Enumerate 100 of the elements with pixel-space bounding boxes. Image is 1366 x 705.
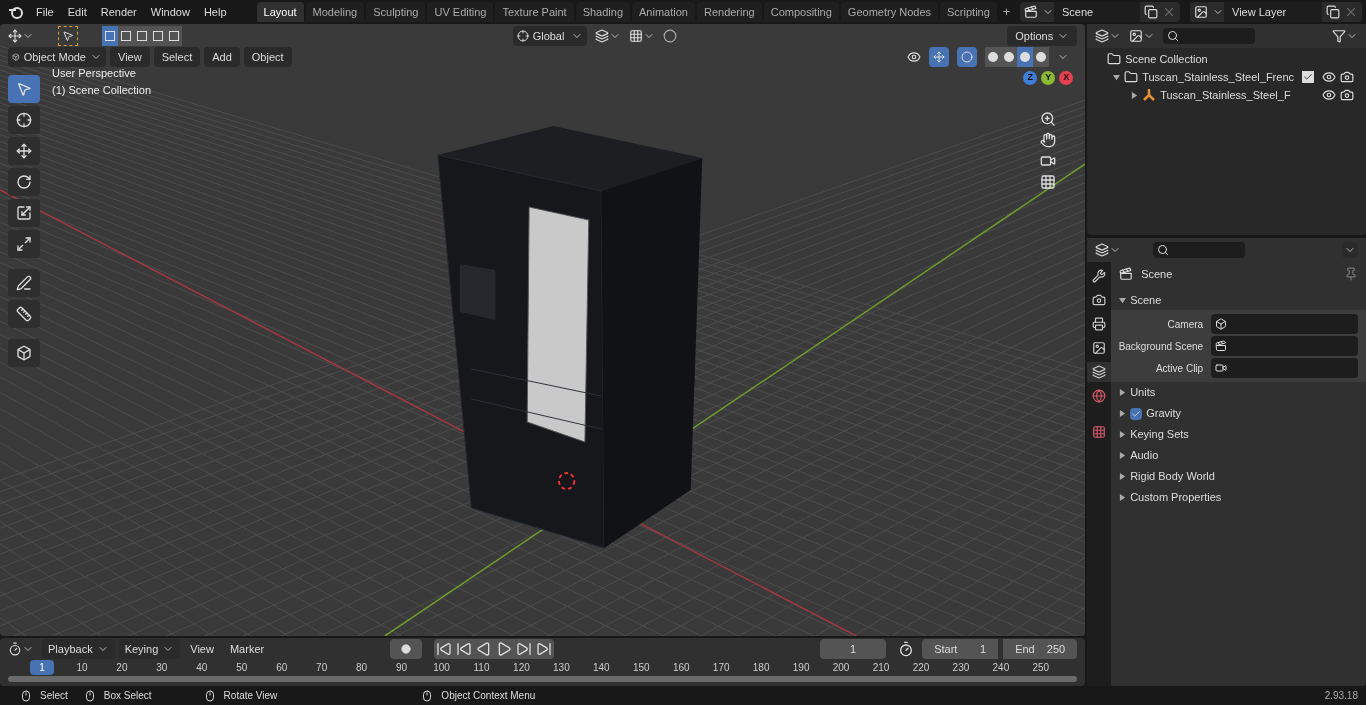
subpanel-title[interactable]: Rigid Body World	[1130, 468, 1215, 485]
start-frame-field[interactable]: Start 1	[922, 639, 999, 659]
zoom-icon[interactable]	[1040, 111, 1057, 127]
collapsed-arrow-icon[interactable]	[1119, 452, 1127, 459]
orientation-dropdown[interactable]: Global	[512, 26, 587, 46]
expanded-arrow-icon[interactable]	[1113, 73, 1121, 81]
properties-tab[interactable]	[1087, 362, 1112, 382]
frame-number[interactable]: 130	[549, 659, 574, 675]
selection-mode-icon[interactable]	[134, 26, 150, 46]
pin-icon[interactable]	[1344, 267, 1358, 281]
frame-number[interactable]: 200	[829, 659, 854, 675]
frame-number[interactable]: 240	[988, 659, 1013, 675]
visibility-icon[interactable]	[907, 50, 922, 64]
collapsed-arrow-icon[interactable]	[1119, 431, 1127, 438]
copy-icon[interactable]	[1326, 5, 1340, 19]
clip-field[interactable]	[1211, 358, 1358, 378]
filter-icon[interactable]	[1332, 29, 1346, 43]
frame-number[interactable]: 220	[908, 659, 933, 675]
subpanel-title[interactable]: Keying Sets	[1130, 426, 1189, 443]
current-frame-field[interactable]: 1	[820, 639, 887, 659]
expanded-arrow-icon[interactable]	[1119, 296, 1127, 304]
solid-shading-icon[interactable]	[1001, 47, 1018, 67]
frame-number[interactable]: 10	[69, 659, 94, 675]
workspace-tab[interactable]: Shading	[575, 2, 631, 22]
stopwatch-icon[interactable]	[898, 641, 915, 657]
frame-number[interactable]: 1	[30, 659, 54, 675]
timeline-menu[interactable]: Playback	[42, 639, 115, 659]
frame-number[interactable]: 40	[189, 659, 214, 675]
menu-item[interactable]: Render	[94, 3, 143, 21]
frame-number[interactable]: 80	[349, 659, 374, 675]
render-camera-icon[interactable]	[1340, 88, 1354, 102]
properties-search-field[interactable]	[1153, 242, 1246, 258]
viewport-menu[interactable]: Add	[204, 47, 240, 67]
frame-number[interactable]: 70	[309, 659, 334, 675]
selection-mode-icon[interactable]	[166, 26, 182, 46]
wireframe-shading-icon[interactable]	[985, 47, 1002, 67]
end-frame-field[interactable]: End 250	[1003, 639, 1078, 659]
frame-number[interactable]: 170	[709, 659, 734, 675]
subpanel-title[interactable]: Gravity	[1146, 405, 1181, 422]
tool-button[interactable]	[8, 269, 40, 297]
frame-number[interactable]: 160	[669, 659, 694, 675]
frame-number[interactable]: 50	[229, 659, 254, 675]
mode-dropdown[interactable]: Object Mode	[8, 47, 106, 67]
active-tool-button[interactable]	[58, 26, 78, 46]
scene-field[interactable]	[1211, 336, 1358, 356]
outliner-item-label[interactable]: Scene Collection	[1125, 50, 1208, 68]
frame-number[interactable]: 140	[589, 659, 614, 675]
frame-number[interactable]: 250	[1028, 659, 1053, 675]
material-shading-icon[interactable]	[1017, 47, 1034, 67]
workspace-tab[interactable]: Compositing	[763, 2, 839, 22]
scene-selector[interactable]: Scene	[1020, 2, 1180, 22]
options-dropdown[interactable]	[1342, 242, 1358, 258]
menu-item[interactable]: Window	[144, 3, 196, 21]
panel-title[interactable]: Scene	[1130, 291, 1162, 309]
tool-button[interactable]	[8, 106, 40, 134]
tool-button[interactable]	[8, 199, 40, 227]
selection-mode-icon[interactable]	[118, 26, 134, 46]
frame-number[interactable]: 20	[109, 659, 134, 675]
rendered-shading-icon[interactable]	[1033, 47, 1050, 67]
frame-number[interactable]: 110	[469, 659, 494, 675]
workspace-tab[interactable]: Layout	[256, 2, 304, 22]
camera-field[interactable]	[1211, 314, 1358, 334]
transform-gizmo-icon[interactable]	[8, 29, 22, 43]
menu-item[interactable]: Edit	[61, 3, 93, 21]
pan-hand-icon[interactable]	[1040, 132, 1057, 148]
frame-number[interactable]: 100	[429, 659, 454, 675]
workspace-tab[interactable]: Modeling	[305, 2, 365, 22]
timeline-scrollbar[interactable]	[8, 676, 1078, 682]
workspace-tab[interactable]: Sculpting	[366, 2, 426, 22]
selection-mode-icon[interactable]	[150, 26, 166, 46]
viewport-menu[interactable]: Object	[243, 47, 292, 67]
workspace-tab[interactable]: UV Editing	[427, 2, 494, 22]
frame-number[interactable]: 180	[749, 659, 774, 675]
menu-item[interactable]: File	[30, 3, 60, 21]
workspace-tab[interactable]: Scripting	[940, 2, 997, 22]
tool-button[interactable]	[8, 300, 40, 328]
visibility-eye-icon[interactable]	[1322, 70, 1336, 84]
outliner-item-label[interactable]: Tuscan_Stainless_Steel_Frenc	[1142, 68, 1294, 86]
timeline-menu[interactable]: Keying	[118, 639, 181, 659]
app-logo-icon[interactable]	[8, 4, 24, 20]
workspace-tab[interactable]: Rendering	[696, 2, 762, 22]
play-icon[interactable]	[496, 639, 513, 659]
frame-number[interactable]: 30	[149, 659, 174, 675]
frame-number[interactable]: 230	[948, 659, 973, 675]
perspective-grid-icon[interactable]	[1040, 174, 1057, 190]
options-button[interactable]: Options	[1007, 26, 1078, 46]
visibility-eye-icon[interactable]	[1322, 88, 1336, 102]
view-layer-selector[interactable]: View Layer	[1190, 2, 1362, 22]
render-camera-icon[interactable]	[1340, 70, 1354, 84]
exclude-checkbox[interactable]	[1302, 71, 1314, 83]
3d-viewport[interactable]: Global Options Object Mode View Select Add Object User Perspective (1) Scene Collection Z Y X	[0, 24, 1086, 636]
collapsed-arrow-icon[interactable]	[1119, 494, 1127, 501]
add-workspace-button[interactable]: +	[998, 2, 1015, 22]
outliner-search-field[interactable]	[1163, 28, 1256, 44]
frame-number[interactable]: 60	[269, 659, 294, 675]
frame-number[interactable]: 150	[629, 659, 654, 675]
menu-item[interactable]: Help	[197, 3, 233, 21]
tool-button[interactable]	[8, 137, 40, 165]
subpanel-title[interactable]: Audio	[1130, 447, 1159, 464]
subpanel-title[interactable]: Units	[1130, 384, 1156, 401]
